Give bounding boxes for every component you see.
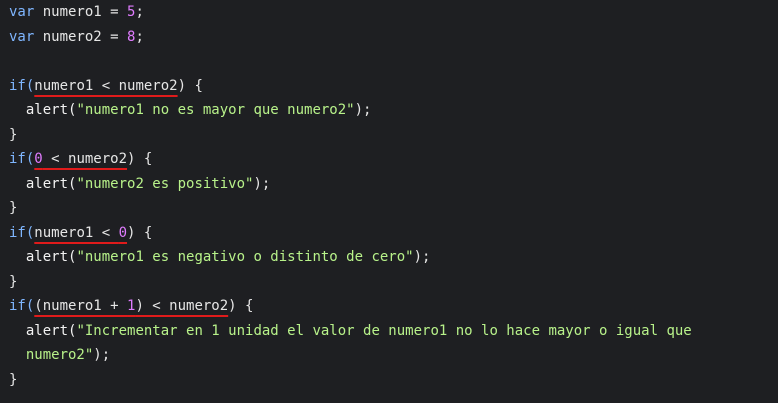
code-token: ); (413, 249, 431, 265)
code-line[interactable]: } (9, 368, 17, 392)
code-token: } (9, 126, 18, 143)
code-line[interactable]: var numero1 = 5; (9, 0, 144, 24)
code-token: } (9, 273, 18, 290)
code-line[interactable]: numero2"); (9, 343, 110, 367)
code-token: ); (253, 175, 271, 192)
code-token: if( (9, 298, 35, 314)
scrollbar[interactable] (770, 0, 778, 403)
code-token: var (9, 28, 43, 45)
code-token: numero1 < (34, 224, 119, 241)
code-token: (numero1 + (34, 298, 128, 314)
code-token: ); (93, 347, 111, 363)
code-token: alert( (9, 322, 77, 339)
code-token: 0 (118, 224, 128, 241)
code-token: if( (9, 77, 35, 94)
code-line[interactable]: if(0 < numero2) { (9, 147, 152, 171)
code-token: ; (135, 4, 144, 20)
code-line[interactable]: } (9, 270, 17, 294)
code-token: "numero1 es negativo o distinto de cero" (76, 249, 414, 265)
code-token: ); (354, 102, 372, 118)
code-editor[interactable]: var numero1 = 5; var numero2 = 8; if(numer… (0, 0, 778, 403)
code-token: ) { (228, 298, 254, 314)
code-token: numero2 = (42, 28, 128, 45)
code-line[interactable]: if(numero1 < 0) { (9, 221, 152, 245)
code-token: < numero2 (42, 151, 128, 167)
code-line[interactable]: alert("numero2 es positivo"); (9, 172, 270, 196)
code-token: alert( (9, 249, 77, 265)
code-token: alert( (9, 102, 77, 118)
code-line[interactable]: alert("numero1 no es mayor que numero2")… (9, 98, 372, 122)
code-line[interactable]: if(numero1 < numero2) { (9, 74, 203, 98)
code-token: numero2" (9, 347, 94, 363)
code-token: ) { (177, 77, 203, 94)
code-token: "numero1 no es mayor que numero2" (76, 102, 355, 118)
code-line[interactable]: alert("numero1 es negativo o distinto de… (9, 245, 431, 269)
code-token: if( (9, 224, 35, 241)
code-token: if( (9, 151, 35, 167)
code-token: "numero2 es positivo" (76, 175, 254, 192)
code-line[interactable]: } (9, 196, 17, 220)
code-token: } (9, 371, 18, 388)
code-token: ) < numero2 (135, 298, 229, 314)
code-token: ; (135, 28, 144, 45)
code-token: numero1 = (42, 4, 128, 20)
code-token: 0 (34, 151, 43, 167)
code-line[interactable]: var numero2 = 8; (9, 25, 144, 49)
code-token: } (9, 200, 18, 216)
code-line[interactable]: if((numero1 + 1) < numero2) { (9, 294, 253, 318)
code-line[interactable]: } (9, 123, 17, 147)
code-token: numero1 < numero2 (34, 77, 178, 94)
code-token: ) { (127, 224, 153, 241)
code-token: "Incrementar en 1 unidad el valor de num… (76, 322, 692, 339)
code-token: alert( (9, 175, 77, 192)
code-token: ) { (127, 151, 153, 167)
code-line[interactable]: alert("Incrementar en 1 unidad el valor … (9, 319, 692, 343)
code-token: var (9, 4, 43, 20)
